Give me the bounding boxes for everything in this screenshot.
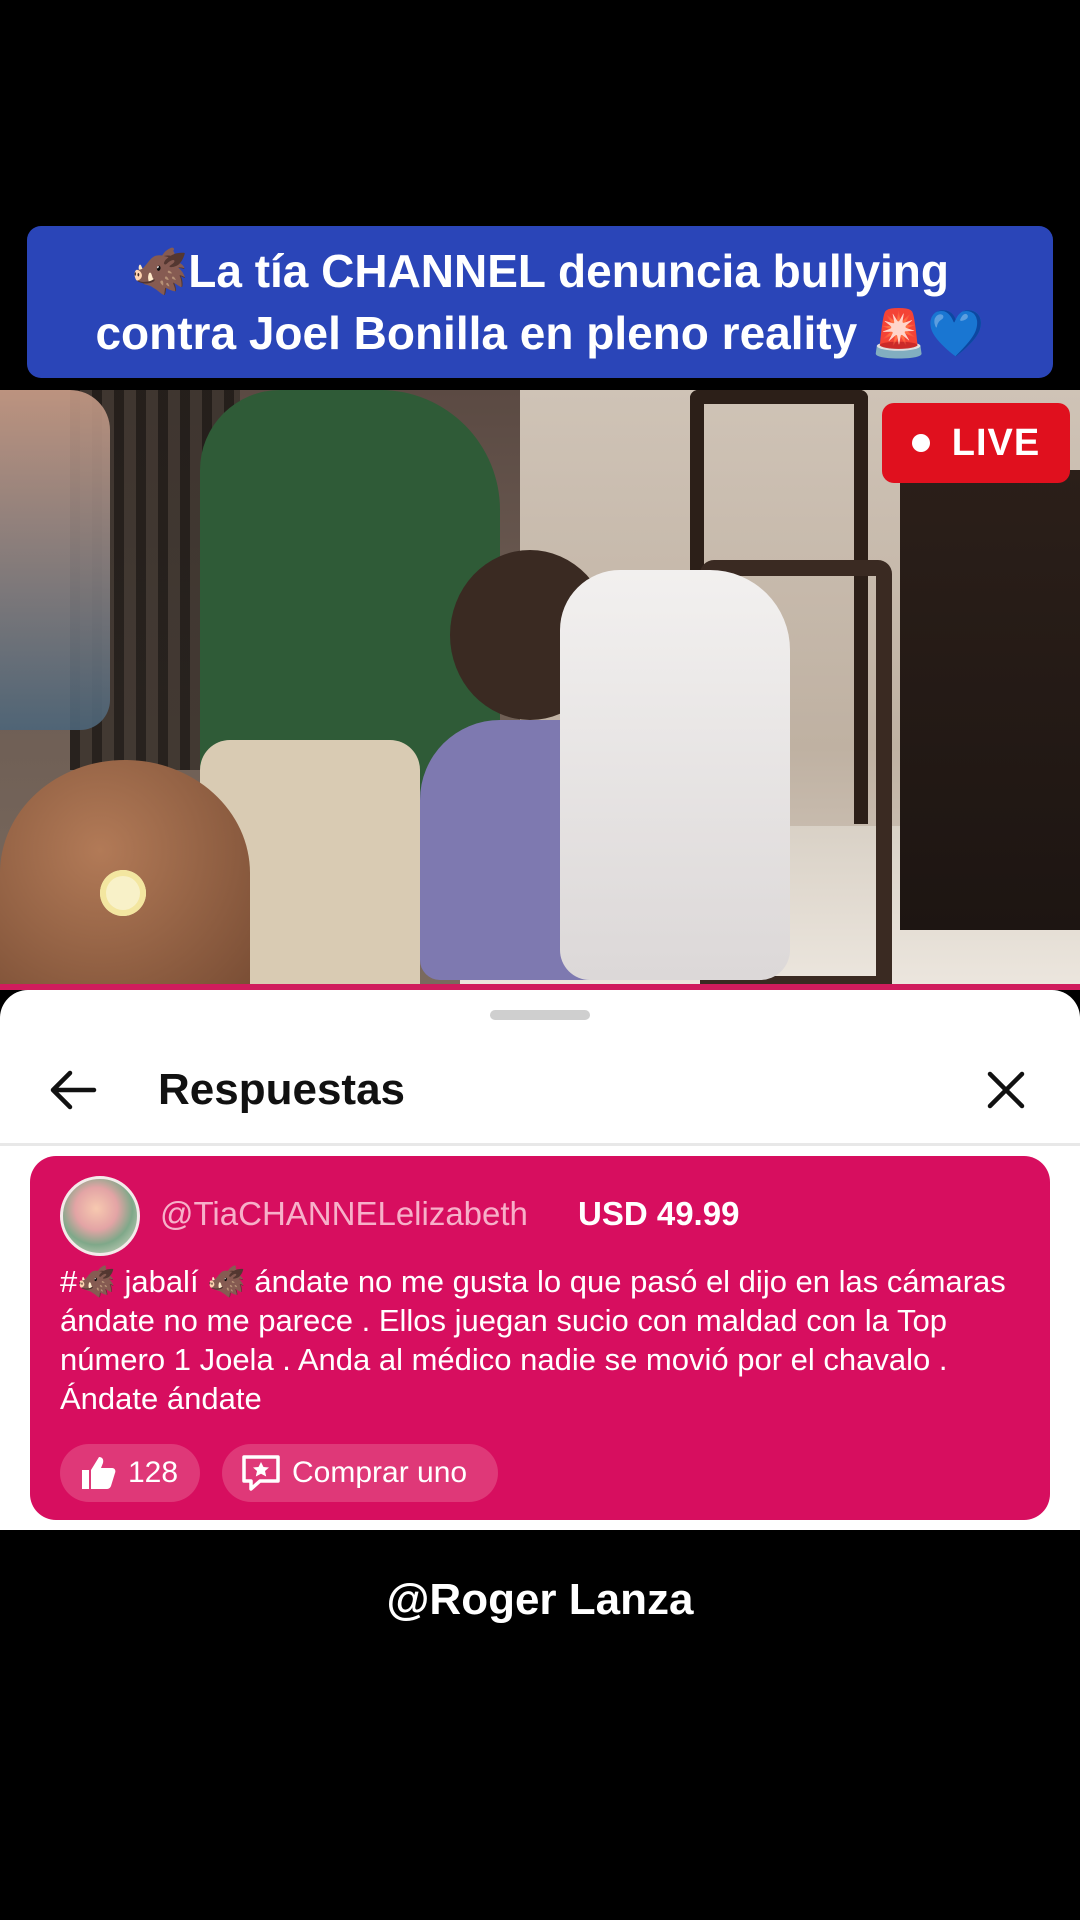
sheet-grabber-handle[interactable] xyxy=(490,1010,590,1020)
close-icon[interactable] xyxy=(982,1066,1030,1114)
back-arrow-icon[interactable] xyxy=(46,1063,100,1117)
avatar[interactable] xyxy=(60,1176,140,1256)
sheet-title: Respuestas xyxy=(158,1065,406,1114)
comment-text: #🐗 jabalí 🐗 ándate no me gusta lo que pa… xyxy=(60,1264,1006,1416)
headline-banner: 🐗La tía CHANNEL denuncia bullying contra… xyxy=(27,226,1053,378)
gift-star-icon xyxy=(242,1455,280,1491)
live-dot-icon xyxy=(911,434,930,452)
comment-username[interactable]: @TiaCHANNELelizabeth xyxy=(160,1192,528,1236)
video-towel xyxy=(560,570,790,980)
video-left-person xyxy=(0,390,110,730)
sheet-divider xyxy=(0,1143,1080,1146)
video-table xyxy=(900,470,1080,930)
like-button[interactable]: 128 xyxy=(60,1444,200,1502)
like-count: 128 xyxy=(128,1456,179,1489)
headline-line-1: 🐗La tía CHANNEL denuncia bullying xyxy=(130,245,950,297)
video-hair-flower xyxy=(100,870,146,916)
creator-watermark: @Roger Lanza xyxy=(386,1575,694,1624)
gift-amount: USD 49.99 xyxy=(578,1195,740,1232)
buy-one-button[interactable]: Comprar uno xyxy=(222,1444,498,1502)
headline-line-2: contra Joel Bonilla en pleno reality 🚨💙 xyxy=(95,307,985,359)
thumbs-up-icon xyxy=(82,1457,116,1489)
live-badge: LIVE xyxy=(882,403,1070,483)
buy-one-label: Comprar uno xyxy=(292,1456,468,1489)
live-label: LIVE xyxy=(951,421,1041,464)
